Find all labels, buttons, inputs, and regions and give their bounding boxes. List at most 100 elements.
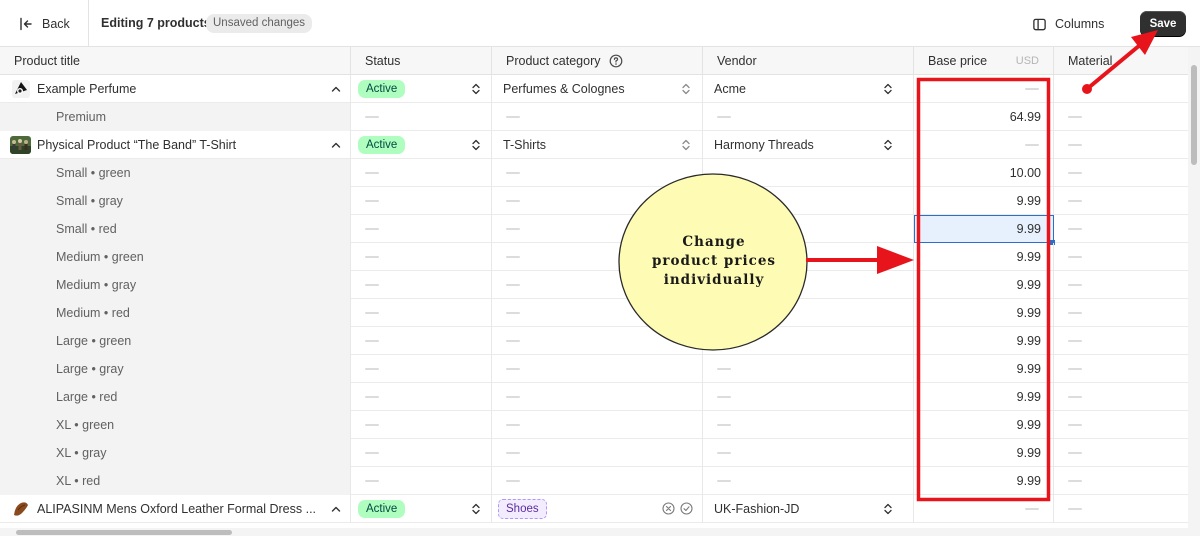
material-cell[interactable] [1054,299,1188,327]
empty-dash [1068,340,1082,342]
price-value: 9.99 [1016,390,1041,404]
material-cell[interactable] [1054,383,1188,411]
empty-dash [506,424,520,426]
category-cell[interactable]: Shoes [492,495,703,523]
vendor-cell[interactable]: UK-Fashion-JD [703,495,914,523]
variant-title-cell[interactable]: XL • gray [0,439,351,467]
variant-title: Medium • gray [56,278,137,292]
vendor-cell[interactable]: Acme [703,75,914,103]
base-price-cell[interactable]: 9.99 [914,187,1054,215]
empty-dash [1068,424,1082,426]
material-cell[interactable] [1054,131,1188,159]
variant-title-cell[interactable]: Large • red [0,383,351,411]
base-price-cell[interactable]: 9.99 [914,243,1054,271]
header-product-category[interactable]: Product category [492,47,703,75]
perfume-thumbnail [12,80,30,98]
product-title-cell[interactable]: Physical Product “The Band” T-Shirt [0,131,351,159]
vendor-cell[interactable]: Harmony Threads [703,131,914,159]
variant-title-cell[interactable]: XL • green [0,411,351,439]
base-price-cell[interactable]: 10.00 [914,159,1054,187]
empty-dash [1068,284,1082,286]
material-cell[interactable] [1054,439,1188,467]
variant-title-cell[interactable]: Small • red [0,215,351,243]
material-cell[interactable] [1054,467,1188,495]
base-price-cell[interactable]: 9.99 [914,299,1054,327]
category-cell[interactable]: T-Shirts [492,131,703,159]
status-cell[interactable]: Active [351,131,492,159]
empty-dash [506,228,520,230]
vertical-scroll-thumb[interactable] [1191,65,1197,165]
material-cell[interactable] [1054,271,1188,299]
variant-title-cell[interactable]: Medium • green [0,243,351,271]
base-price-cell[interactable]: 9.99 [914,439,1054,467]
product-title-cell[interactable]: ALIPASINM Mens Oxford Leather Formal Dre… [0,495,351,523]
horizontal-scroll-thumb[interactable] [16,530,232,535]
price-value: 9.99 [1016,362,1041,376]
status-cell [351,411,492,439]
variant-title-cell[interactable]: Medium • red [0,299,351,327]
empty-dash [365,340,379,342]
base-price-cell[interactable] [914,495,1054,523]
header-vendor[interactable]: Vendor [703,47,914,75]
base-price-cell[interactable]: 9.99 [914,411,1054,439]
header-material[interactable]: Material [1054,47,1188,75]
material-cell[interactable] [1054,103,1188,131]
variant-title-cell[interactable]: Small • gray [0,187,351,215]
category-cell[interactable]: Perfumes & Colognes [492,75,703,103]
header-base-price[interactable]: Base price USD [914,47,1054,75]
status-cell[interactable]: Active [351,495,492,523]
variant-row: Small • green 10.00 [0,159,1188,187]
material-cell[interactable] [1054,215,1188,243]
base-price-cell[interactable]: 9.99 [914,355,1054,383]
variant-title-cell[interactable]: Medium • gray [0,271,351,299]
header-status[interactable]: Status [351,47,492,75]
base-price-cell[interactable]: 9.99 [914,327,1054,355]
help-circle-icon[interactable] [609,54,623,68]
base-price-cell[interactable]: 9.99 [914,271,1054,299]
material-cell[interactable] [1054,75,1188,103]
material-cell[interactable] [1054,243,1188,271]
vendor-cell [703,411,914,439]
category-suggestion-tag[interactable]: Shoes [498,499,547,519]
material-cell[interactable] [1054,327,1188,355]
variant-row: Medium • green 9.99 [0,243,1188,271]
chevron-up-icon[interactable] [330,139,342,151]
empty-dash [506,284,520,286]
empty-dash [717,116,731,118]
base-price-cell[interactable]: 9.99 [914,467,1054,495]
material-cell[interactable] [1054,187,1188,215]
vendor-cell [703,103,914,131]
material-cell[interactable] [1054,355,1188,383]
shoe-thumbnail [12,500,30,518]
chevron-up-icon[interactable] [330,503,342,515]
variant-title-cell[interactable]: Small • green [0,159,351,187]
selected-price-cell[interactable]: 9.99 [914,215,1055,245]
horizontal-scrollbar[interactable] [0,528,1200,536]
variant-title-cell[interactable]: Large • green [0,327,351,355]
base-price-cell[interactable] [914,75,1054,103]
price-value: 9.99 [1016,194,1041,208]
columns-button[interactable]: Columns [1024,12,1112,36]
base-price-cell[interactable] [914,131,1054,159]
status-cell[interactable]: Active [351,75,492,103]
save-button[interactable]: Save [1140,11,1186,36]
material-cell[interactable] [1054,159,1188,187]
chevron-up-icon[interactable] [330,83,342,95]
base-price-cell[interactable]: 9.99 [914,383,1054,411]
x-circle-icon[interactable] [662,502,675,515]
variant-title-cell[interactable]: XL • red [0,467,351,495]
vertical-scrollbar[interactable] [1188,47,1200,528]
price-value: 9.99 [1016,446,1041,460]
variant-title: XL • gray [56,446,107,460]
variant-title-cell[interactable]: Large • gray [0,355,351,383]
base-price-cell[interactable]: 64.99 [914,103,1054,131]
check-circle-icon[interactable] [680,502,693,515]
variant-title-cell[interactable]: Premium [0,103,351,131]
back-button[interactable]: Back [12,12,76,36]
currency-label: USD [1015,55,1039,67]
header-product-title[interactable]: Product title [0,47,351,75]
material-cell[interactable] [1054,495,1188,523]
material-cell[interactable] [1054,411,1188,439]
empty-dash [1068,116,1082,118]
product-title-cell[interactable]: Example Perfume [0,75,351,103]
